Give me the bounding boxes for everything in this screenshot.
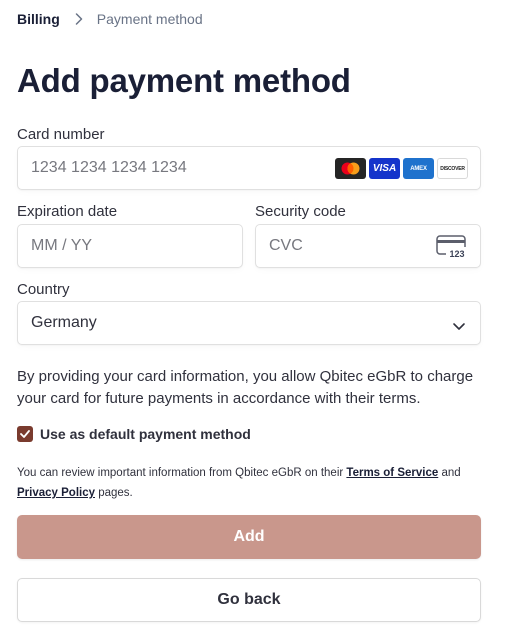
- country-label: Country: [17, 281, 70, 298]
- card-brands: VISA AMEX DISCOVER: [335, 158, 468, 179]
- terms-notice: You can review important information fro…: [17, 463, 487, 503]
- default-method-label: Use as default payment method: [40, 426, 251, 442]
- card-number-field[interactable]: VISA AMEX DISCOVER: [17, 146, 481, 190]
- page-title: Add payment method: [17, 62, 351, 99]
- security-code-input[interactable]: [269, 225, 426, 267]
- checkmark-icon: [20, 430, 30, 438]
- terms-prefix: You can review important information fro…: [17, 467, 347, 479]
- mastercard-icon: [335, 158, 366, 179]
- discover-icon: DISCOVER: [437, 158, 468, 179]
- card-number-label: Card number: [17, 126, 105, 143]
- terms-suffix: pages.: [95, 487, 133, 499]
- terms-of-service-link[interactable]: Terms of Service: [346, 467, 438, 479]
- go-back-button[interactable]: Go back: [17, 578, 481, 622]
- chevron-right-icon: [75, 13, 83, 25]
- visa-icon: VISA: [369, 158, 400, 179]
- expiration-input[interactable]: [31, 225, 188, 267]
- privacy-policy-link[interactable]: Privacy Policy: [17, 487, 95, 499]
- country-value: Germany: [31, 314, 97, 331]
- expiration-field[interactable]: [17, 224, 243, 268]
- breadcrumb-current: Payment method: [96, 11, 203, 27]
- expiration-label: Expiration date: [17, 203, 118, 220]
- country-select[interactable]: Germany: [17, 301, 481, 345]
- terms-middle: and: [438, 467, 461, 479]
- authorization-disclaimer: By providing your card information, you …: [17, 368, 474, 407]
- security-code-field[interactable]: 123: [255, 224, 481, 268]
- security-code-label: Security code: [255, 203, 346, 220]
- default-method-checkbox[interactable]: [17, 426, 33, 442]
- cvc-icon-digits: 123: [449, 249, 464, 259]
- chevron-down-icon: [452, 318, 466, 336]
- add-button[interactable]: Add: [17, 515, 481, 559]
- default-method-row[interactable]: Use as default payment method: [17, 426, 251, 442]
- breadcrumb-billing-link[interactable]: Billing: [17, 11, 60, 27]
- card-number-input[interactable]: [31, 147, 355, 189]
- amex-icon: AMEX: [403, 158, 434, 179]
- cvc-card-icon: 123: [436, 235, 468, 264]
- breadcrumb: Billing Payment method: [17, 11, 203, 27]
